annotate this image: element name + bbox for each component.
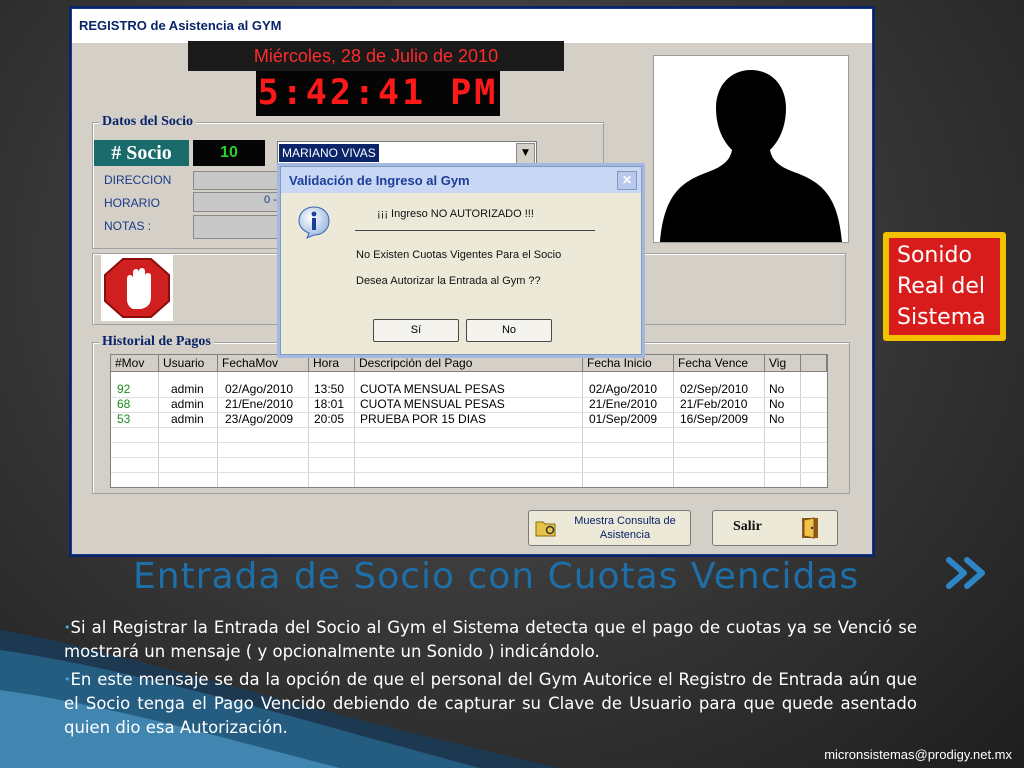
validation-dialog: Validación de Ingreso al Gym ✕ ¡¡¡ Ingre…	[280, 166, 642, 355]
close-icon[interactable]: ✕	[617, 171, 637, 190]
window-title-bar: REGISTRO de Asistencia al GYM	[72, 9, 872, 43]
direccion-field[interactable]	[193, 171, 285, 190]
horario-field[interactable]: 0 -	[193, 192, 285, 212]
horario-value: 0 -	[264, 194, 277, 206]
folder-search-icon	[535, 521, 556, 537]
table-cell: 21/Feb/2010	[680, 397, 748, 411]
table-cell: 21/Ene/2010	[225, 397, 294, 411]
footer-email[interactable]: micronsistemas@prodigy.net.mx	[824, 747, 1012, 762]
horario-label: HORARIO	[104, 196, 161, 210]
table-cell: 18:01	[314, 397, 345, 411]
table-cell: 02/Ago/2010	[589, 382, 658, 396]
salir-button[interactable]: Salir	[712, 510, 838, 546]
table-row[interactable]: 92 admin 02/Ago/2010 13:50 CUOTA MENSUAL…	[111, 382, 827, 397]
dialog-line-1: No Existen Cuotas Vigentes Para el Socio	[356, 249, 562, 261]
dialog-title-bar: Validación de Ingreso al Gym ✕	[281, 167, 641, 193]
table-cell: 16/Sep/2009	[680, 412, 749, 426]
dialog-heading: ¡¡¡ Ingreso NO AUTORIZADO !!!	[377, 208, 534, 220]
window-title: REGISTRO de Asistencia al GYM	[79, 18, 282, 33]
column-header[interactable]: #Mov	[111, 355, 159, 372]
table-cell: 53	[117, 412, 131, 426]
chevron-down-icon[interactable]: ▼	[516, 143, 535, 164]
next-arrow-icon[interactable]	[946, 556, 992, 590]
bullet-text-2: En este mensaje se da la opción de que e…	[64, 670, 917, 737]
notas-label: NOTAS :	[104, 219, 152, 233]
socio-name-select[interactable]: MARIANO VIVAS ▼	[277, 141, 537, 166]
salir-button-label: Salir	[733, 519, 762, 534]
yes-button[interactable]: Sí	[373, 319, 459, 342]
direccion-label: DIRECCION	[104, 173, 172, 187]
clock-display: 5:42:41 PM	[256, 71, 500, 116]
historial-group-title: Historial de Pagos	[99, 334, 214, 350]
column-header[interactable]: Fecha Vence	[674, 355, 765, 372]
table-cell: 02/Ago/2010	[225, 382, 294, 396]
dialog-title: Validación de Ingreso al Gym	[289, 173, 470, 188]
table-cell: No	[769, 397, 785, 411]
exit-door-icon	[802, 517, 818, 539]
table-cell: admin	[171, 382, 204, 396]
stop-hand-icon	[101, 255, 173, 321]
sound-callout: Sonido Real del Sistema	[883, 232, 1006, 341]
member-photo	[653, 55, 849, 243]
table-row[interactable]: 68 admin 21/Ene/2010 18:01 CUOTA MENSUAL…	[111, 397, 827, 412]
column-header[interactable]: Descripción del Pago	[355, 355, 583, 372]
socio-number[interactable]: 10	[193, 140, 265, 166]
callout-line-3: Sistema	[897, 305, 986, 330]
dialog-divider	[355, 230, 595, 231]
table-cell: 02/Sep/2010	[680, 382, 749, 396]
table-cell: admin	[171, 412, 204, 426]
info-icon	[298, 206, 330, 239]
table-cell: 23/Ago/2009	[225, 412, 294, 426]
notas-field[interactable]	[193, 215, 285, 239]
table-cell: 13:50	[314, 382, 345, 396]
column-header[interactable]: Fecha Inicio	[583, 355, 674, 372]
consulta-button-label: Muestra Consulta de Asistencia	[574, 515, 676, 541]
column-header[interactable]: Usuario	[159, 355, 218, 372]
sound-callout-box: Sonido Real del Sistema	[889, 238, 1000, 335]
dialog-line-2: Desea Autorizar la Entrada al Gym ??	[356, 275, 541, 287]
column-header-blank	[801, 355, 827, 372]
column-header[interactable]: FechaMov	[218, 355, 309, 372]
callout-line-2: Real del	[897, 274, 986, 299]
table-cell: 01/Sep/2009	[589, 412, 658, 426]
bullet-paragraph-2: •En este mensaje se da la opción de que …	[64, 668, 917, 740]
slide-title: Entrada de Socio con Cuotas Vencidas	[133, 556, 860, 597]
column-header[interactable]: Vig	[765, 355, 801, 372]
table-cell: CUOTA MENSUAL PESAS	[360, 382, 505, 396]
table-cell: 20:05	[314, 412, 345, 426]
table-cell: No	[769, 382, 785, 396]
payments-table[interactable]: #Mov Usuario FechaMov Hora Descripción d…	[110, 354, 828, 488]
table-cell: admin	[171, 397, 204, 411]
socio-group-title: Datos del Socio	[99, 114, 196, 130]
callout-line-1: Sonido	[897, 243, 972, 268]
bullet-text-1: Si al Registrar la Entrada del Socio al …	[64, 618, 917, 661]
bullet-paragraph-1: •Si al Registrar la Entrada del Socio al…	[64, 616, 917, 664]
table-cell: 21/Ene/2010	[589, 397, 658, 411]
column-header[interactable]: Hora	[309, 355, 355, 372]
table-cell: No	[769, 412, 785, 426]
no-button[interactable]: No	[466, 319, 552, 342]
consulta-asistencia-button[interactable]: Muestra Consulta de Asistencia	[528, 510, 691, 546]
date-display: Miércoles, 28 de Julio de 2010	[188, 41, 564, 71]
table-cell: CUOTA MENSUAL PESAS	[360, 397, 505, 411]
table-row[interactable]: 53 admin 23/Ago/2009 20:05 PRUEBA POR 15…	[111, 412, 827, 427]
socio-label: # Socio	[94, 140, 189, 166]
table-cell: 68	[117, 397, 131, 411]
socio-name-value: MARIANO VIVAS	[279, 144, 379, 162]
table-cell: PRUEBA POR 15 DIAS	[360, 412, 487, 426]
table-cell: 92	[117, 382, 131, 396]
